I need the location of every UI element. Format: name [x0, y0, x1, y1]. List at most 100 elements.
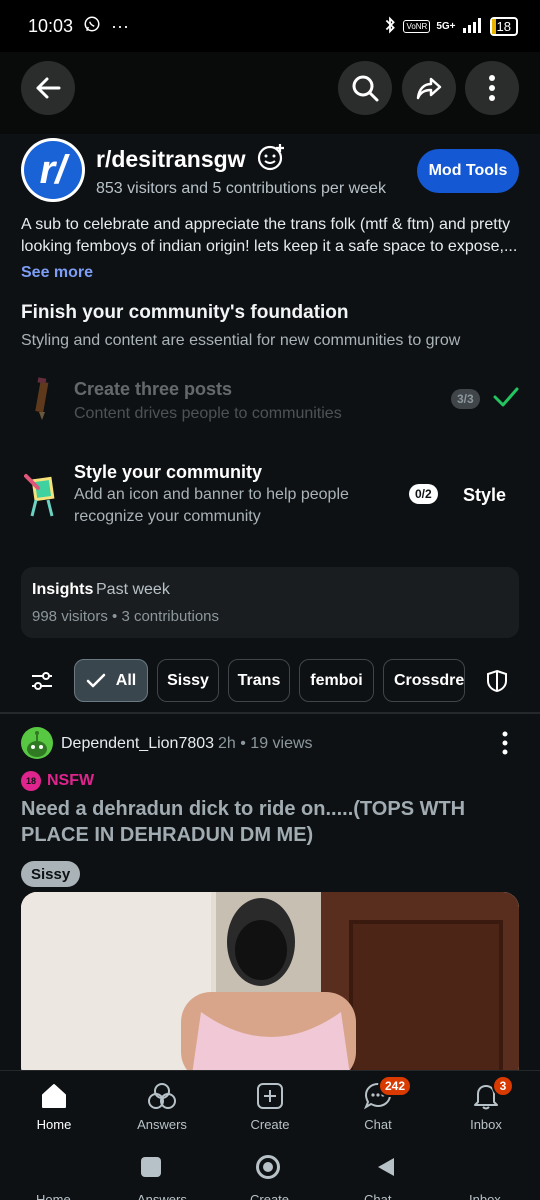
chip-label: Sissy — [167, 671, 209, 689]
insights-title: Insights — [32, 581, 94, 598]
top-bar — [0, 52, 540, 134]
insights-stats: 998 visitors • 3 contributions — [32, 608, 220, 625]
moderation-shield-button[interactable] — [486, 669, 508, 698]
whatsapp-icon — [83, 15, 101, 38]
chip-label: All — [115, 671, 137, 689]
post-overflow-button[interactable] — [501, 731, 509, 760]
nav-answers[interactable]: Answers — [117, 1081, 207, 1132]
bottom-navigation: Home Answers Create 242 Chat 3 Inbox — [0, 1070, 540, 1142]
checkmark-icon — [492, 385, 520, 414]
volte-icon: VoNR — [403, 19, 431, 33]
foundation-title: Finish your community's foundation — [21, 302, 349, 323]
filter-settings-button[interactable] — [30, 669, 54, 698]
style-button[interactable]: Style — [463, 485, 506, 506]
post-meta: 2h • 19 views — [218, 735, 313, 752]
network-label: 5G+ — [436, 20, 456, 32]
search-icon — [352, 75, 379, 102]
back-triangle-icon — [378, 1158, 394, 1176]
community-logo-icon: r/ — [24, 141, 82, 199]
inbox-badge: 3 — [492, 1075, 514, 1097]
share-icon — [416, 77, 442, 100]
check-icon — [86, 673, 106, 687]
recent-apps-button[interactable] — [141, 1157, 161, 1177]
community-name: r/desitransgw — [96, 146, 246, 172]
share-button[interactable] — [402, 61, 456, 115]
foundation-subtitle: Styling and content are essential for ne… — [21, 332, 461, 349]
filter-chip-crossdres[interactable]: Crossdres — [383, 659, 465, 702]
post-title[interactable]: Need a dehradun dick to ride on.....(TOP… — [21, 796, 521, 848]
ghost-label: Answers — [137, 1192, 187, 1200]
answers-icon — [148, 1083, 176, 1109]
filter-chip-all[interactable]: All — [74, 659, 148, 702]
pencil-icon — [32, 376, 52, 427]
status-bar: 10:03 ··· VoNR 5G+ 18 — [0, 0, 540, 52]
nav-label: Home — [36, 1117, 72, 1132]
nav-chat[interactable]: 242 Chat — [333, 1075, 423, 1132]
chat-badge: 242 — [378, 1075, 413, 1097]
nav-label: Answers — [137, 1117, 187, 1132]
nav-inbox[interactable]: 3 Inbox — [441, 1075, 531, 1132]
filter-chip-femboi[interactable]: femboi — [299, 659, 374, 702]
kebab-menu-icon — [489, 75, 495, 101]
task-description: Content drives people to communities — [74, 405, 342, 422]
shield-icon — [487, 669, 507, 693]
task-progress-badge: 3/3 — [451, 389, 480, 409]
nsfw-tag: 18 NSFW — [21, 771, 94, 791]
community-avatar[interactable]: r/ — [21, 138, 85, 202]
overflow-menu-button[interactable] — [465, 61, 519, 115]
ghost-label: Create — [250, 1192, 290, 1200]
ghost-label: Home — [36, 1192, 71, 1200]
chip-label: Crossdres — [394, 671, 465, 689]
system-navigation-bar: Home Answers Create Chat Inbox — [0, 1142, 540, 1200]
user-avatar[interactable] — [21, 727, 53, 759]
see-more-link[interactable]: See more — [21, 264, 93, 282]
task-title: Style your community — [74, 462, 263, 482]
nav-home[interactable]: Home — [9, 1081, 99, 1132]
task-title: Create three posts — [74, 379, 233, 399]
insights-card[interactable]: Insights Past week 998 visitors • 3 cont… — [21, 567, 519, 638]
clock: 10:03 — [28, 15, 74, 36]
nav-label: Create — [250, 1117, 290, 1132]
system-back-button[interactable] — [376, 1156, 396, 1183]
nav-label: Inbox — [470, 1117, 502, 1132]
add-emoji-button[interactable] — [256, 142, 286, 177]
nsfw-18-icon: 18 — [21, 771, 41, 791]
ghost-label: Inbox — [469, 1192, 501, 1200]
easel-paint-icon — [24, 470, 64, 523]
more-notifications-icon: ··· — [111, 15, 130, 36]
sliders-icon — [32, 672, 52, 690]
signal-icon — [462, 17, 484, 36]
mod-tools-button[interactable]: Mod Tools — [417, 149, 519, 193]
filter-chip-trans[interactable]: Trans — [228, 659, 290, 702]
community-stats: 853 visitors and 5 contributions per wee… — [96, 180, 386, 197]
nsfw-label: NSFW — [47, 772, 95, 789]
task-description: Add an icon and banner to help people re… — [74, 486, 349, 525]
post-image[interactable] — [21, 892, 519, 1070]
battery-level: 18 — [496, 18, 511, 34]
back-arrow-icon — [36, 77, 61, 99]
home-icon — [42, 1084, 66, 1108]
ghost-label: Chat — [364, 1192, 392, 1200]
filter-chip-sissy[interactable]: Sissy — [157, 659, 219, 702]
bluetooth-icon — [383, 16, 397, 37]
insights-period: Past week — [96, 581, 170, 598]
community-description: A sub to celebrate and appreciate the tr… — [21, 216, 518, 255]
back-button[interactable] — [21, 61, 75, 115]
task-progress-badge: 0/2 — [409, 484, 438, 504]
nav-label: Chat — [364, 1117, 392, 1132]
chip-label: femboi — [310, 671, 363, 689]
kebab-menu-icon — [502, 731, 508, 755]
section-divider — [0, 712, 540, 714]
system-home-button[interactable] — [256, 1155, 280, 1179]
smiley-plus-icon — [257, 144, 284, 171]
nav-create[interactable]: Create — [225, 1081, 315, 1132]
search-button[interactable] — [338, 61, 392, 115]
post-filter-bar: All Sissy Trans femboi Crossdres — [0, 658, 540, 704]
snoo-avatar-icon — [27, 731, 47, 757]
create-icon — [257, 1083, 283, 1109]
post-flair[interactable]: Sissy — [21, 861, 81, 887]
battery-indicator: 18 — [489, 16, 518, 36]
community-content: r/ r/desitransgw 853 visitors and 5 cont… — [0, 134, 540, 1070]
chip-label: Trans — [237, 671, 281, 689]
post-author[interactable]: Dependent_Lion7803 — [61, 735, 214, 753]
